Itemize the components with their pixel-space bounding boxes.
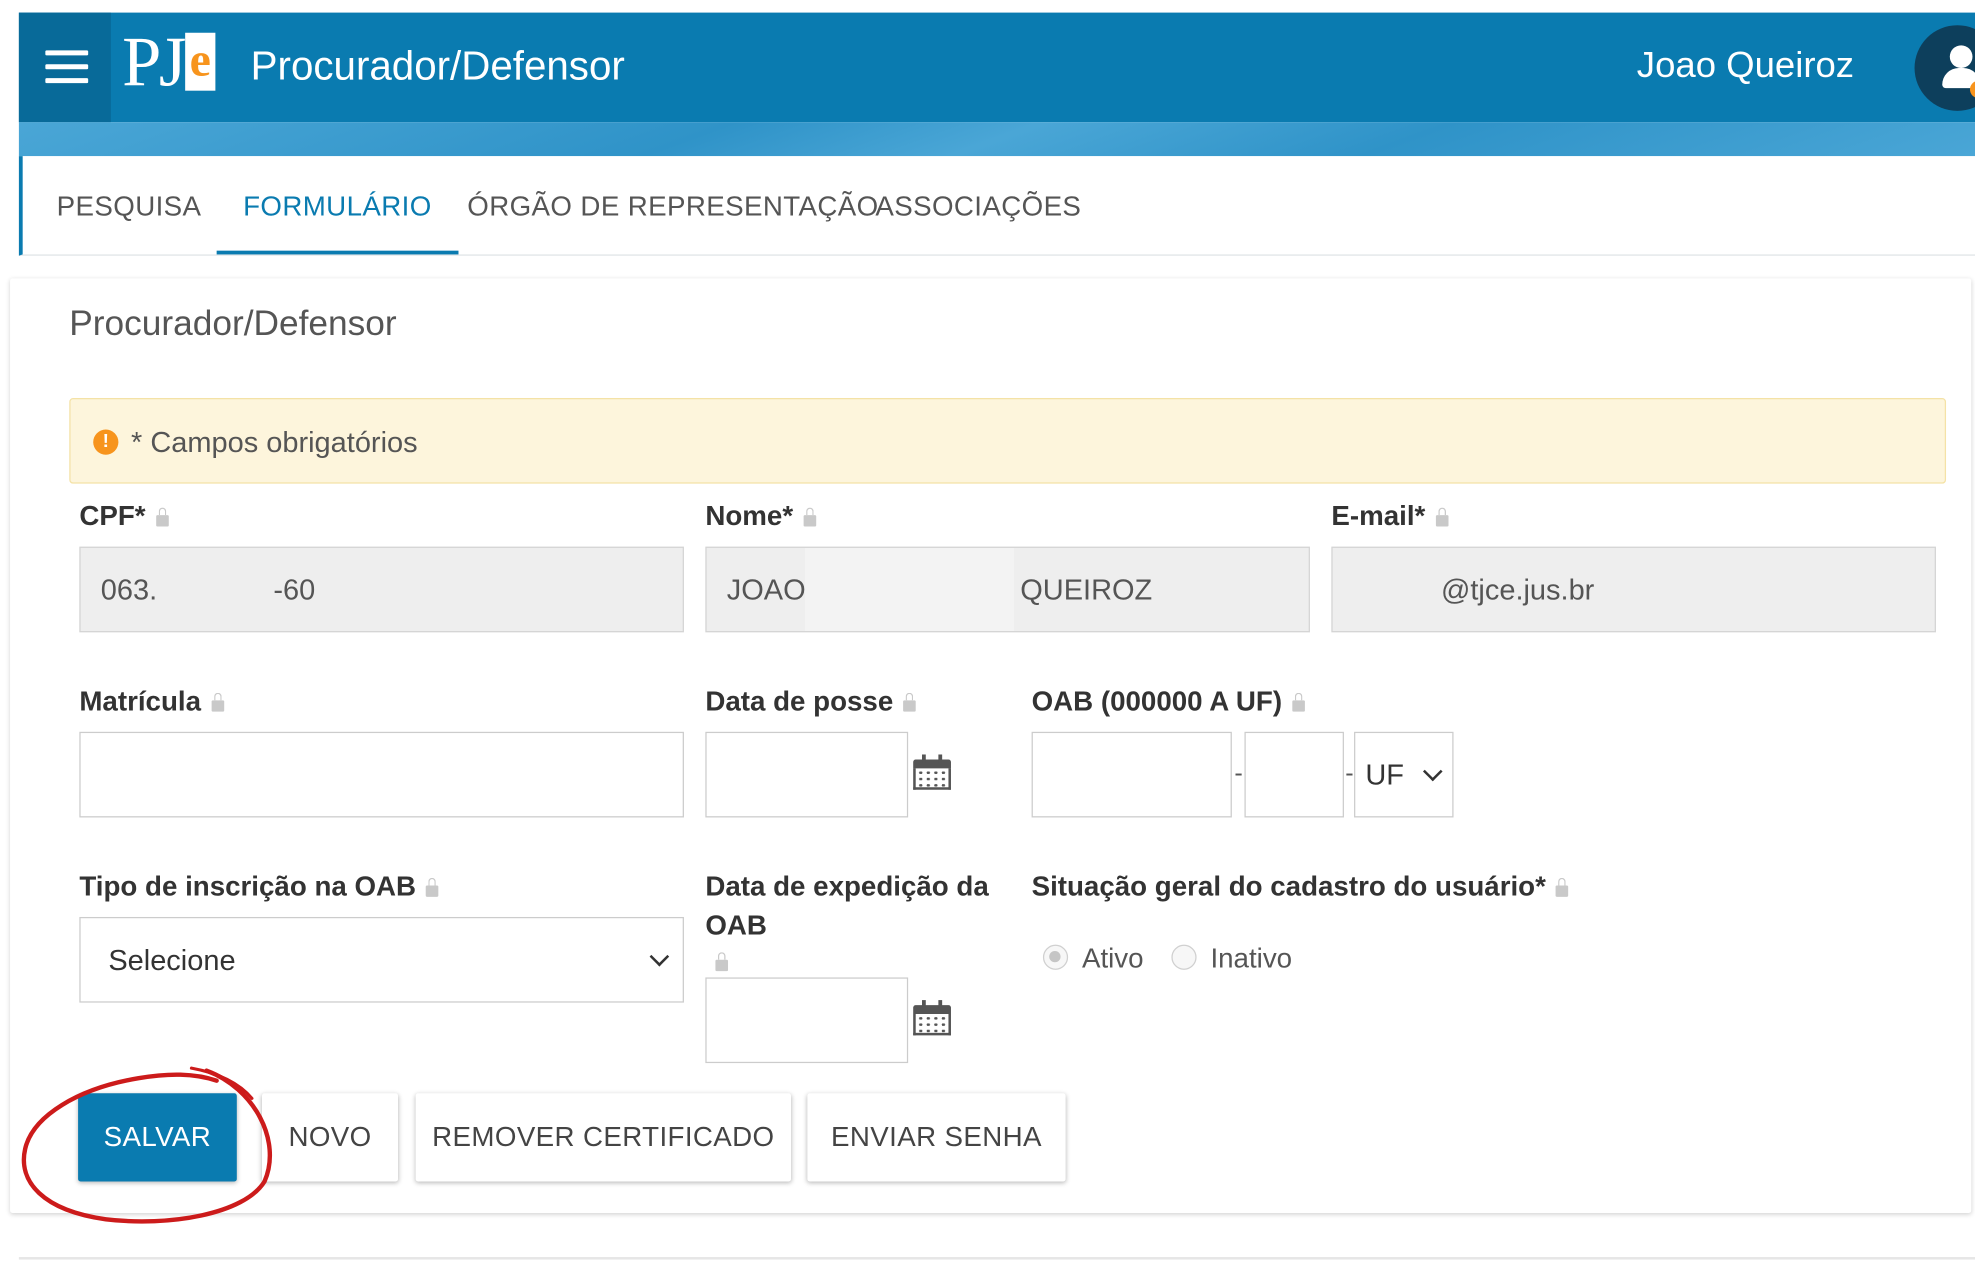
radio-inativo[interactable] <box>1171 944 1197 970</box>
top-header: PJ e Procurador/Defensor Joao Queiroz <box>18 12 1975 123</box>
app-title: Procurador/Defensor <box>250 42 625 89</box>
tab-pesquisa[interactable]: PESQUISA <box>57 156 202 253</box>
tab-associacoes[interactable]: ASSOCIAÇÕES <box>875 156 1081 253</box>
lock-icon <box>426 877 439 897</box>
cpf-value-start: 063. <box>100 573 158 606</box>
nome-value-end: QUEIROZ <box>1020 573 1153 606</box>
logo-text-e: e <box>185 32 216 91</box>
header-decorative-band <box>18 122 1975 157</box>
pje-logo[interactable]: PJ e <box>122 23 216 111</box>
oab-separator-2: - <box>1345 759 1354 788</box>
logo-text-pj: PJ <box>122 23 186 103</box>
tipo-inscricao-selected: Selecione <box>108 943 236 977</box>
required-fields-alert: ! * Campos obrigatórios <box>69 398 1947 484</box>
radio-ativo[interactable] <box>1042 944 1069 970</box>
radio-ativo-label[interactable]: Ativo <box>1082 942 1144 975</box>
lock-icon <box>155 507 169 527</box>
lock-icon <box>1292 692 1305 712</box>
nome-value-start: JOAO <box>726 573 806 606</box>
user-name[interactable]: Joao Queiroz <box>1637 43 1854 88</box>
oab-uf-select[interactable]: UF <box>1354 731 1454 818</box>
lock-icon <box>903 692 916 712</box>
remover-certificado-button[interactable]: REMOVER CERTIFICADO <box>415 1093 792 1182</box>
form-card: Procurador/Defensor ! * Campos obrigatór… <box>10 278 1972 1213</box>
novo-button[interactable]: NOVO <box>261 1093 399 1182</box>
hamburger-menu-icon[interactable] <box>18 12 111 123</box>
chevron-down-icon <box>1422 761 1443 782</box>
status-dot-icon <box>1969 80 1975 99</box>
enviar-senha-button[interactable]: ENVIAR SENHA <box>807 1093 1066 1182</box>
form-title: Procurador/Defensor <box>69 303 397 343</box>
tab-formulario[interactable]: FORMULÁRIO <box>216 156 459 255</box>
salvar-button[interactable]: SALVAR <box>78 1093 237 1182</box>
redacted-area <box>804 547 1014 632</box>
email-value: @tjce.jus.br <box>1440 573 1595 606</box>
page-bottom-divider <box>18 1257 1975 1260</box>
lock-icon <box>715 952 729 972</box>
calendar-icon[interactable] <box>913 1000 951 1036</box>
cpf-label: CPF* <box>79 499 169 534</box>
lock-icon <box>1555 877 1569 897</box>
email-label: E-mail* <box>1331 499 1448 534</box>
lock-icon <box>1435 507 1448 527</box>
cpf-field[interactable]: 063. -60 <box>79 546 684 633</box>
data-expedicao-label: Data de expedição da OAB <box>705 869 989 979</box>
oab-number-input[interactable] <box>1031 731 1232 818</box>
data-posse-label: Data de posse <box>705 684 916 719</box>
chevron-down-icon <box>649 946 670 967</box>
data-posse-input[interactable] <box>705 731 909 818</box>
email-field[interactable]: @tjce.jus.br <box>1331 546 1936 633</box>
matricula-label: Matrícula <box>79 684 224 719</box>
tab-orgao-de-representacao[interactable]: ÓRGÃO DE REPRESENTAÇÃO <box>467 156 878 253</box>
lock-icon <box>211 692 224 712</box>
user-avatar-icon[interactable] <box>1914 25 1975 111</box>
page: PJ e Procurador/Defensor Joao Queiroz PE… <box>0 0 1975 1282</box>
calendar-icon[interactable] <box>913 754 951 790</box>
warning-icon: ! <box>93 429 119 455</box>
nome-field[interactable]: JOAO QUEIROZ <box>705 546 1310 633</box>
oab-separator: - <box>1234 759 1243 788</box>
tab-bar: PESQUISA FORMULÁRIO ÓRGÃO DE REPRESENTAÇ… <box>18 156 1975 256</box>
cpf-value-end: -60 <box>273 573 316 606</box>
radio-inativo-label[interactable]: Inativo <box>1210 942 1292 975</box>
uf-selected-value: UF <box>1365 758 1405 792</box>
oab-label: OAB (000000 A UF) <box>1032 684 1305 719</box>
oab-letter-input[interactable] <box>1244 731 1344 818</box>
situacao-label: Situação geral do cadastro do usuário* <box>1032 869 1569 904</box>
matricula-input[interactable] <box>79 731 684 818</box>
tipo-inscricao-select[interactable]: Selecione <box>79 916 684 1003</box>
data-expedicao-input[interactable] <box>705 977 909 1064</box>
tipo-inscricao-label: Tipo de inscrição na OAB <box>79 869 439 904</box>
nome-label: Nome* <box>705 499 816 534</box>
alert-text: * Campos obrigatórios <box>130 425 418 459</box>
lock-icon <box>803 507 816 527</box>
